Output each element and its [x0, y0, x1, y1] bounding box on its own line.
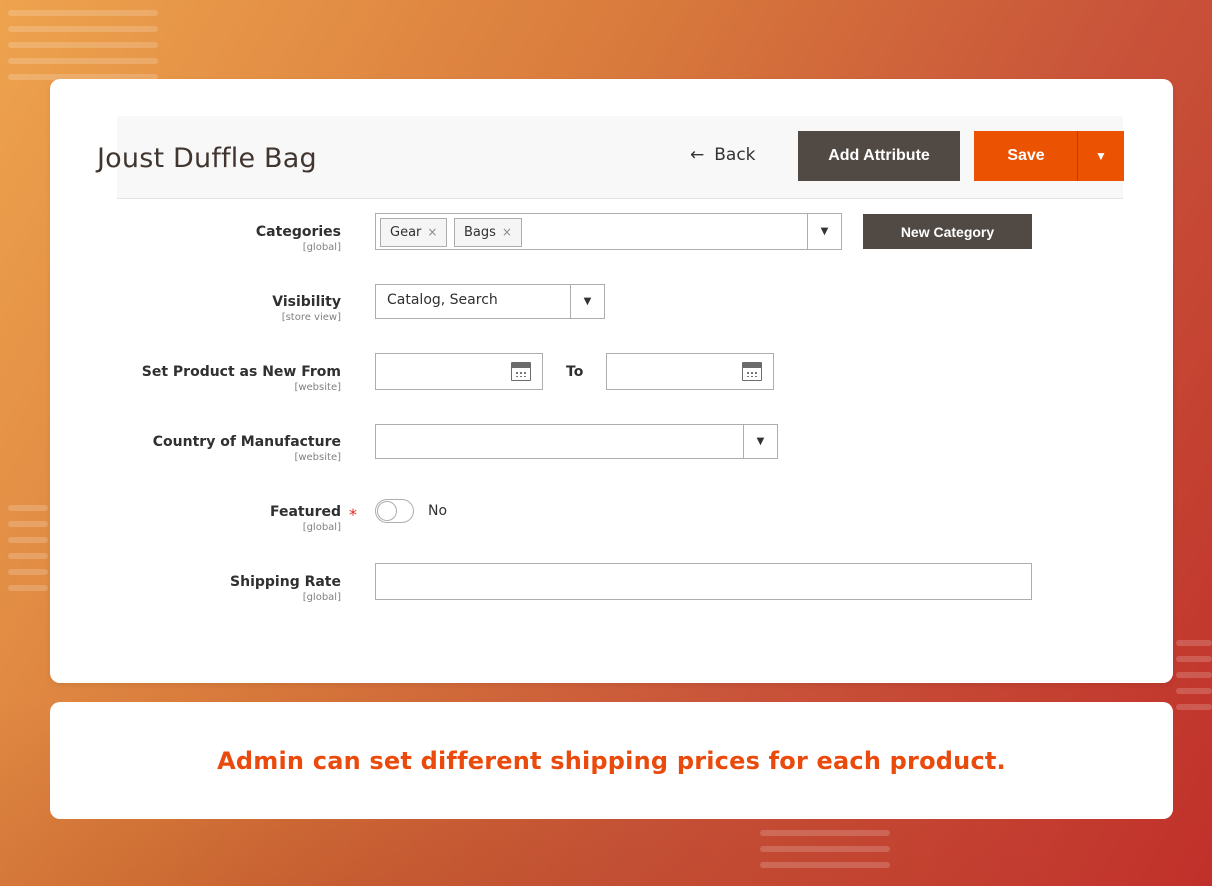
featured-label: Featured [global] — [270, 504, 341, 533]
toggle-knob — [377, 501, 397, 521]
new-from-label: Set Product as New From [website] — [142, 364, 341, 393]
product-form-card: Joust Duffle Bag ← Back Add Attribute Sav… — [50, 79, 1173, 683]
caret-down-icon: ▼ — [1095, 149, 1107, 163]
add-attribute-button[interactable]: Add Attribute — [798, 131, 960, 181]
to-label: To — [566, 364, 584, 380]
visibility-value: Catalog, Search — [387, 292, 498, 308]
new-from-date-input[interactable] — [375, 353, 543, 390]
background-stripes — [760, 830, 890, 878]
calendar-icon[interactable] — [742, 362, 762, 381]
save-options-toggle[interactable]: ▼ — [1077, 131, 1124, 181]
arrow-left-icon: ← — [690, 145, 705, 165]
categories-label: Categories [global] — [256, 224, 341, 253]
chip-label: Gear — [390, 225, 422, 240]
new-from-scope: [website] — [294, 382, 341, 393]
visibility-scope: [store view] — [281, 312, 341, 323]
featured-label-text: Featured — [269, 504, 341, 520]
categories-scope: [global] — [302, 242, 341, 253]
background-stripes — [1176, 640, 1212, 720]
back-button[interactable]: ← Back — [690, 145, 756, 165]
category-chip-gear: Gear × — [380, 218, 448, 247]
close-icon[interactable]: × — [427, 225, 437, 239]
caret-down-icon: ▼ — [743, 425, 777, 458]
required-marker: * — [349, 505, 357, 524]
country-label: Country of Manufacture [website] — [153, 434, 341, 463]
country-scope: [website] — [294, 452, 341, 463]
featured-toggle[interactable] — [375, 499, 414, 523]
visibility-select[interactable]: Catalog, Search ▼ — [375, 284, 605, 319]
background-stripes — [8, 10, 158, 90]
info-banner: Admin can set different shipping prices … — [50, 702, 1173, 819]
featured-toggle-text: No — [428, 503, 448, 519]
save-button[interactable]: Save — [974, 131, 1078, 181]
new-from-label-text: Set Product as New From — [141, 364, 341, 380]
shipping-rate-label-text: Shipping Rate — [230, 574, 341, 590]
featured-scope: [global] — [302, 522, 341, 533]
banner-text: Admin can set different shipping prices … — [217, 746, 1006, 775]
calendar-icon[interactable] — [511, 362, 531, 381]
shipping-rate-input[interactable] — [375, 563, 1032, 600]
back-label: Back — [714, 145, 756, 165]
background-stripes — [8, 505, 48, 601]
categories-label-text: Categories — [255, 224, 341, 240]
new-to-date-input[interactable] — [606, 353, 774, 390]
categories-multiselect[interactable]: Gear × Bags × ▼ — [375, 213, 842, 250]
country-select[interactable]: ▼ — [375, 424, 778, 459]
chip-label: Bags — [464, 225, 496, 240]
shipping-rate-label: Shipping Rate [global] — [230, 574, 341, 603]
caret-down-icon[interactable]: ▼ — [807, 214, 841, 249]
new-category-button[interactable]: New Category — [863, 214, 1032, 249]
visibility-label-text: Visibility — [272, 294, 341, 310]
close-icon[interactable]: × — [502, 225, 512, 239]
page-title: Joust Duffle Bag — [97, 143, 317, 174]
country-label-text: Country of Manufacture — [152, 434, 341, 450]
visibility-label: Visibility [store view] — [272, 294, 341, 323]
caret-down-icon: ▼ — [570, 285, 604, 318]
category-chip-bags: Bags × — [454, 218, 522, 247]
shipping-rate-scope: [global] — [302, 592, 341, 603]
